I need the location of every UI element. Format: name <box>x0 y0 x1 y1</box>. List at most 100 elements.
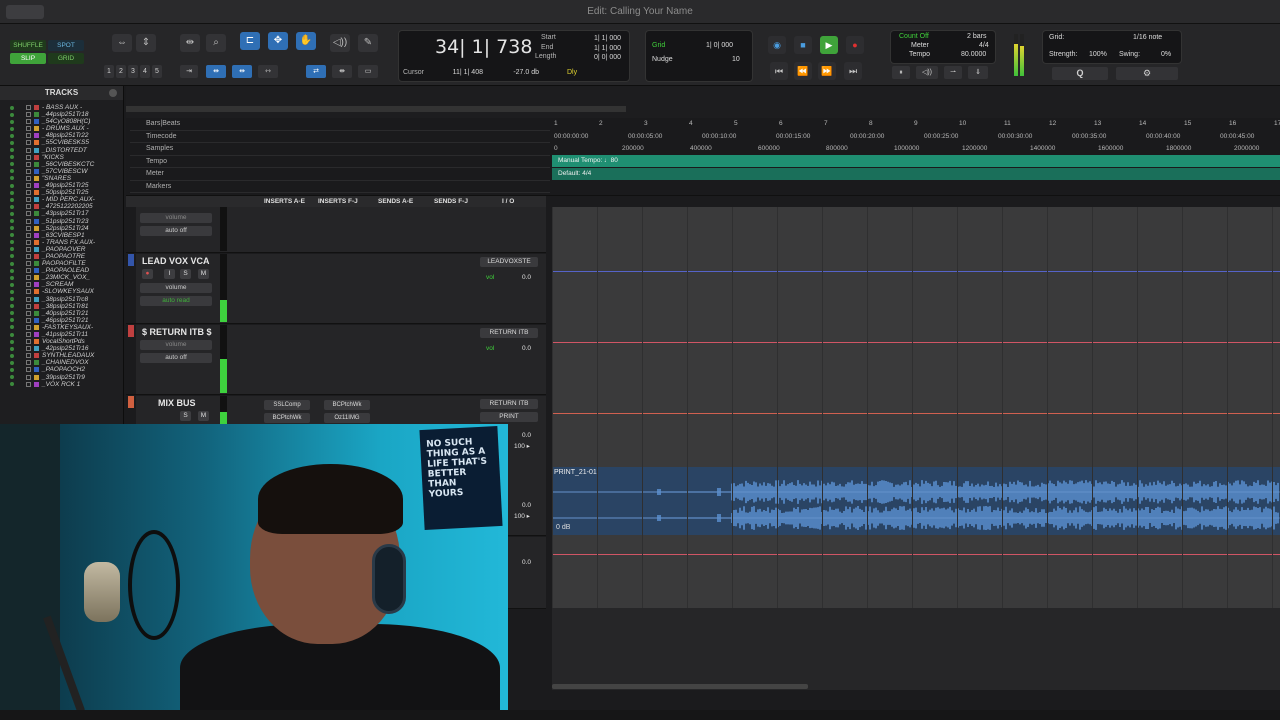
track-list-item[interactable]: _38pslp251Tr81 <box>0 303 123 310</box>
track-list-item[interactable]: _57CVIBESCW <box>0 168 123 175</box>
track-show-checkbox[interactable] <box>26 253 31 259</box>
track-list-item[interactable]: - DRUMS AUX - <box>0 125 123 132</box>
track-active-icon[interactable] <box>10 226 14 231</box>
zoom-preset-2[interactable]: 2 <box>116 65 126 78</box>
tab-to-transient-icon[interactable]: ⇥ <box>180 65 198 78</box>
output-selector[interactable]: LEADVOXSTE <box>480 257 538 267</box>
volume-value[interactable]: 0.0 <box>522 274 531 281</box>
track-active-icon[interactable] <box>10 311 14 316</box>
track-list-item[interactable]: _39pslp251Tr9 <box>0 374 123 381</box>
meter-value[interactable]: 4/4 <box>979 42 989 49</box>
output-selector[interactable]: RETURN ITB <box>480 328 538 338</box>
track-list-item[interactable]: _PAOPAOTRE <box>0 253 123 260</box>
track-name[interactable]: $ RETURN ITB $ <box>142 327 212 337</box>
track-list-item[interactable]: - TRANS FX AUX- <box>0 239 123 246</box>
track-list-item[interactable]: _54CyO808H(C) <box>0 118 123 125</box>
mode-slip-button[interactable]: SLIP <box>10 53 46 64</box>
track-active-icon[interactable] <box>10 190 14 195</box>
track-list-item[interactable]: _CHAINEDVOX <box>0 359 123 366</box>
track-show-checkbox[interactable] <box>26 119 31 125</box>
main-counter-value[interactable]: 34| 1| 738 <box>435 36 532 58</box>
col-inserts-ae[interactable]: INSERTS A-E <box>264 198 305 205</box>
track-show-checkbox[interactable] <box>26 183 31 189</box>
zoomer-tool-icon[interactable]: ⌕ <box>206 34 226 52</box>
track-show-checkbox[interactable] <box>26 239 31 245</box>
track-list-item[interactable]: _55CVIBESKS5 <box>0 139 123 146</box>
settings-gear-icon[interactable]: ⚙ <box>1116 67 1178 80</box>
track-active-icon[interactable] <box>10 261 14 266</box>
track-active-icon[interactable] <box>10 346 14 351</box>
ruler-label-markers[interactable]: Markers <box>130 181 550 193</box>
track-list-item[interactable]: _46pslp251Tr21 <box>0 317 123 324</box>
track-list-item[interactable]: _52pslp251Tr24 <box>0 225 123 232</box>
track-list-item[interactable]: _38pslp251Trc8 <box>0 296 123 303</box>
track-list-item[interactable]: _23MICK_VOX_ <box>0 274 123 281</box>
volume-value[interactable]: 0.0 <box>522 559 531 566</box>
track-list-item[interactable]: _50pslp251Tr25 <box>0 189 123 196</box>
track-show-checkbox[interactable] <box>26 353 31 359</box>
track-list-item[interactable]: "SNARES <box>0 175 123 182</box>
end-value[interactable]: 1| 1| 000 <box>571 45 621 52</box>
ruler-label-meter[interactable]: Meter <box>130 168 550 181</box>
link-timeline-icon[interactable]: ⇹ <box>206 65 226 78</box>
automation-dropdown[interactable]: volume <box>140 340 212 350</box>
track-list-item[interactable]: _48pslp251Tr22 <box>0 132 123 139</box>
online-icon[interactable]: ◉ <box>768 36 786 54</box>
print-volume-value[interactable]: 0.0 <box>522 502 531 509</box>
track-active-icon[interactable] <box>10 148 14 153</box>
track-show-checkbox[interactable] <box>26 147 31 153</box>
track-list-item[interactable]: _63CVIBESP1 <box>0 232 123 239</box>
ruler-label-timecode[interactable]: Timecode <box>130 131 550 143</box>
horizontal-scrollbar[interactable] <box>552 684 808 689</box>
col-inserts-fj[interactable]: INSERTS F-J <box>318 198 358 205</box>
link-track-selection-icon[interactable]: ⇹ <box>232 65 252 78</box>
mode-shuffle-button[interactable]: SHUFFLE <box>10 40 46 51</box>
col-io[interactable]: I / O <box>502 198 514 205</box>
track-list-item[interactable]: _VOX RCK 1 <box>0 381 123 388</box>
track-show-checkbox[interactable] <box>26 161 31 167</box>
stop-icon[interactable]: ■ <box>794 36 812 54</box>
insert-a[interactable]: SSLComp <box>264 400 310 410</box>
track-show-checkbox[interactable] <box>26 168 31 174</box>
track-active-icon[interactable] <box>10 360 14 365</box>
track-list-item[interactable]: _4725122202205 <box>0 203 123 210</box>
volume-value[interactable]: 0.0 <box>522 432 531 439</box>
track-list-item[interactable]: _44pslp251Tr18 <box>0 111 123 118</box>
track-show-checkbox[interactable] <box>26 310 31 316</box>
edit-window-timeline[interactable]: PRINT_21-01 0 dB <box>552 207 1280 608</box>
track-active-icon[interactable] <box>10 297 14 302</box>
track-list-item[interactable]: _40pslp251Tr21 <box>0 310 123 317</box>
track-list-item[interactable]: - MID PERC AUX- <box>0 196 123 203</box>
scrubber-tool-icon[interactable]: ◁)) <box>330 34 350 52</box>
conductor-icon[interactable]: ⇓ <box>968 66 988 79</box>
track-active-icon[interactable] <box>10 169 14 174</box>
track-show-checkbox[interactable] <box>26 289 31 295</box>
zoom-preset-3[interactable]: 3 <box>128 65 138 78</box>
dly-label[interactable]: Dly <box>567 69 577 76</box>
zoom-preset-4[interactable]: 4 <box>140 65 150 78</box>
track-active-icon[interactable] <box>10 325 14 330</box>
track-active-icon[interactable] <box>10 282 14 287</box>
automation-dropdown[interactable]: volume <box>140 213 212 223</box>
track-show-checkbox[interactable] <box>26 112 31 118</box>
track-active-icon[interactable] <box>10 240 14 245</box>
metronome-icon[interactable]: ◁)) <box>916 66 938 79</box>
track-show-checkbox[interactable] <box>26 126 31 132</box>
track-show-checkbox[interactable] <box>26 381 31 387</box>
grabber-tool-icon[interactable]: ✋ <box>296 32 316 50</box>
track-show-checkbox[interactable] <box>26 339 31 345</box>
trim-tool-icon[interactable]: ⊏ <box>240 32 260 50</box>
track-active-icon[interactable] <box>10 289 14 294</box>
track-active-icon[interactable] <box>10 155 14 160</box>
track-list-item[interactable]: _49pslp251Tr25 <box>0 182 123 189</box>
track-active-icon[interactable] <box>10 133 14 138</box>
sync-icon[interactable]: ▭ <box>358 65 378 78</box>
track-show-checkbox[interactable] <box>26 140 31 146</box>
zoom-toggle-icon[interactable]: ⇹ <box>180 34 200 52</box>
record-enable-icon[interactable]: ● <box>142 269 153 279</box>
track-list-item[interactable]: -SLOWKEYSAUX <box>0 288 123 295</box>
track-show-checkbox[interactable] <box>26 317 31 323</box>
track-active-icon[interactable] <box>10 219 14 223</box>
count-off-value[interactable]: 2 bars <box>967 33 986 40</box>
track-show-checkbox[interactable] <box>26 218 31 224</box>
